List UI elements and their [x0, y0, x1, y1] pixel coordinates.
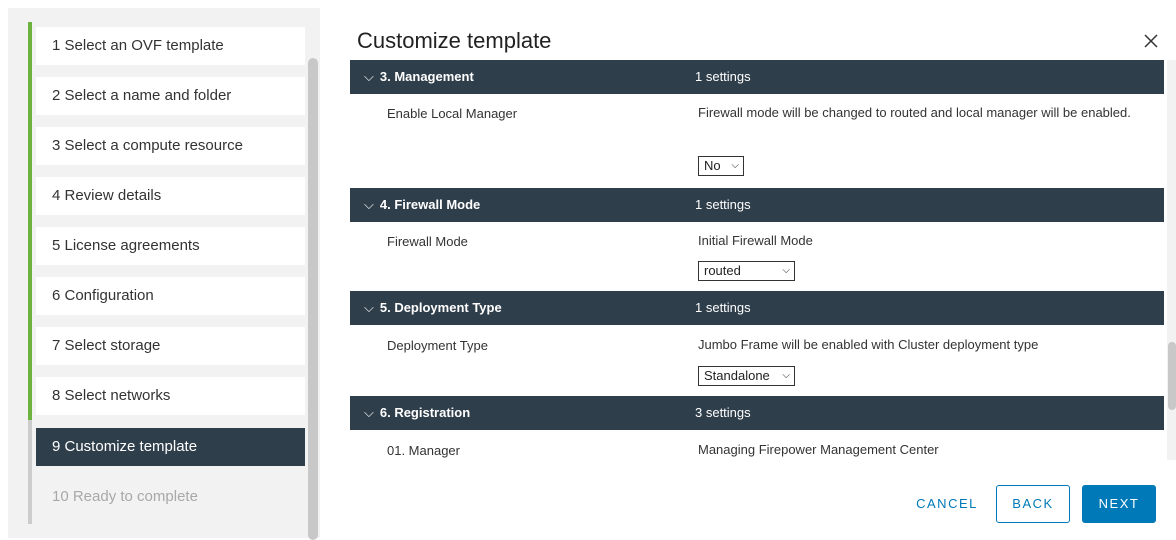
step-select-name-and-folder[interactable]: 2 Select a name and folder	[36, 77, 305, 115]
step-ready-to-complete: 10 Ready to complete	[52, 488, 198, 505]
chevron-down-icon: ⌵	[364, 69, 374, 84]
select-value: Standalone	[704, 368, 770, 383]
setting-description: Jumbo Frame will be enabled with Cluster…	[698, 337, 1039, 352]
step-select-compute-resource[interactable]: 3 Select a compute resource	[36, 127, 305, 165]
section-header-registration[interactable]: ⌵ 6. Registration 3 settings	[350, 396, 1164, 430]
enable-local-manager-select[interactable]: No ⌵	[698, 156, 744, 176]
deployment-type-select[interactable]: Standalone ⌵	[698, 366, 795, 386]
step-review-details[interactable]: 4 Review details	[36, 177, 305, 215]
step-configuration[interactable]: 6 Configuration	[36, 277, 305, 315]
firewall-mode-select[interactable]: routed ⌵	[698, 261, 795, 281]
chevron-down-icon: ⌵	[782, 370, 790, 381]
section-name: 3. Management	[379, 69, 474, 84]
select-value: No	[704, 158, 721, 173]
section-name: 5. Deployment Type	[379, 300, 502, 315]
close-icon[interactable]	[1140, 30, 1162, 52]
chevron-down-icon: ⌵	[364, 197, 374, 212]
section-header-deployment-type[interactable]: ⌵ 5. Deployment Type 1 settings	[350, 291, 1164, 325]
setting-label: Deployment Type	[387, 338, 488, 353]
section-count: 1 settings	[695, 69, 751, 84]
setting-label: 01. Manager	[387, 443, 460, 458]
progress-rail	[28, 22, 32, 420]
back-button[interactable]: BACK	[996, 485, 1070, 523]
section-name: 4. Firewall Mode	[379, 197, 481, 212]
step-select-networks[interactable]: 8 Select networks	[36, 377, 305, 415]
section-name: 6. Registration	[379, 405, 471, 420]
page-title: Customize template	[357, 28, 552, 53]
chevron-down-icon: ⌵	[364, 300, 374, 315]
cancel-button[interactable]: CANCEL	[905, 485, 989, 523]
main-panel: Customize template ⌵ 3. Management 1 sett…	[322, 0, 1176, 540]
select-value: routed	[704, 263, 741, 278]
setting-label: Firewall Mode	[387, 234, 468, 249]
sidebar-scrollbar[interactable]	[308, 58, 318, 540]
step-customize-template[interactable]: 9 Customize template	[36, 428, 305, 466]
step-license-agreements[interactable]: 5 License agreements	[36, 227, 305, 265]
setting-description: Managing Firepower Management Center	[698, 442, 939, 457]
step-select-storage[interactable]: 7 Select storage	[36, 327, 305, 365]
settings-list: ⌵ 3. Management 1 settings Enable Local M…	[350, 60, 1164, 460]
next-button[interactable]: NEXT	[1082, 485, 1156, 523]
chevron-down-icon: ⌵	[731, 160, 739, 171]
section-header-management[interactable]: ⌵ 3. Management 1 settings	[350, 60, 1164, 94]
progress-rail-remaining	[28, 420, 32, 524]
section-count: 1 settings	[695, 300, 751, 315]
chevron-down-icon: ⌵	[782, 265, 790, 276]
setting-label: Enable Local Manager	[387, 106, 518, 121]
setting-description: Firewall mode will be changed to routed …	[698, 105, 1131, 120]
wizard-sidebar: 1 Select an OVF template 2 Select a name…	[0, 0, 322, 540]
section-header-firewall-mode[interactable]: ⌵ 4. Firewall Mode 1 settings	[350, 188, 1164, 222]
setting-description: Initial Firewall Mode	[698, 233, 813, 248]
section-count: 3 settings	[695, 405, 751, 420]
content-scrollbar-thumb[interactable]	[1168, 342, 1176, 410]
chevron-down-icon: ⌵	[364, 405, 374, 420]
section-count: 1 settings	[695, 197, 751, 212]
step-select-ovf-template[interactable]: 1 Select an OVF template	[36, 27, 305, 65]
